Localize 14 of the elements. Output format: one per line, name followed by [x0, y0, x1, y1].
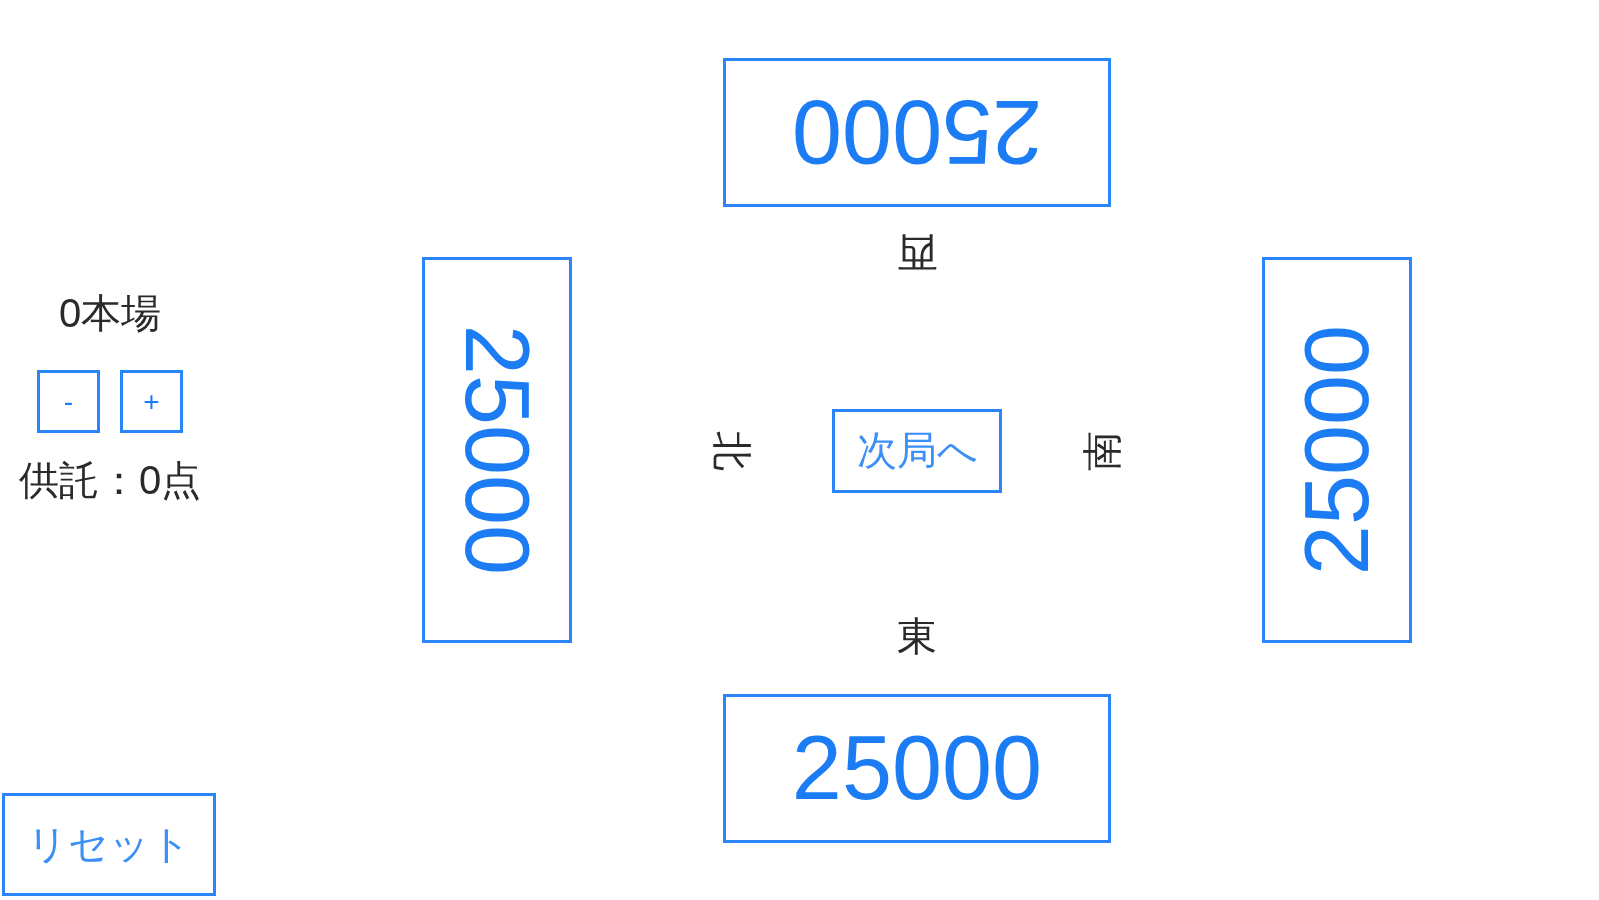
stepper-button[interactable]: + — [120, 370, 183, 433]
score-button[interactable]: 25000 — [723, 693, 1111, 843]
wind-label: 西 — [897, 232, 937, 273]
wind-label: 南 — [1082, 430, 1122, 471]
wind-label: 北 — [712, 430, 752, 471]
wind-label: 東 — [897, 615, 937, 656]
reset-button[interactable]: リセット — [2, 793, 216, 896]
deposit-label: 供託：0点 — [18, 457, 202, 504]
next-round-button[interactable]: 次局へ — [832, 408, 1002, 493]
score-button[interactable]: 25000 — [1262, 257, 1412, 643]
score-button[interactable]: 25000 — [422, 257, 572, 643]
score-button[interactable]: 25000 — [723, 57, 1111, 207]
stepper-button[interactable]: - — [37, 370, 100, 433]
honba-count-label: 0本場 — [58, 290, 162, 337]
